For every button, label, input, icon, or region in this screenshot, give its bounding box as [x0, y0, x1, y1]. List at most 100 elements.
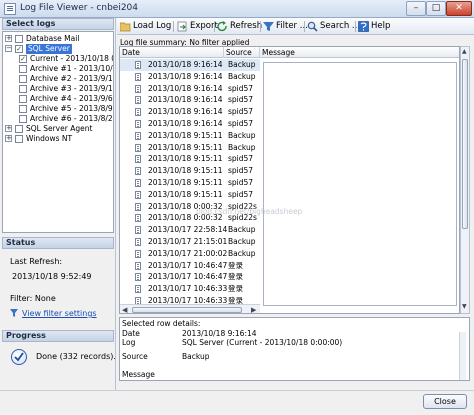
- table-row[interactable]: 2013/10/18 9:16:14 spid57: [120, 94, 260, 106]
- log-entry-icon: [135, 120, 141, 128]
- row-date: 2013/10/18 9:15:11: [148, 178, 223, 187]
- select-logs-header: Select logs: [2, 18, 114, 30]
- table-row[interactable]: 2013/10/18 9:15:11 spid57: [120, 189, 260, 201]
- expand-icon[interactable]: +: [5, 35, 12, 42]
- progress-section: Progress Done (332 records).: [2, 330, 116, 390]
- table-row[interactable]: 2013/10/18 9:16:14 spid57: [120, 118, 260, 130]
- checkbox-sql-server[interactable]: ✓: [15, 45, 23, 53]
- row-date: 2013/10/17 10:46:47: [148, 272, 228, 282]
- scroll-thumb[interactable]: [462, 59, 468, 229]
- details-scrollbar[interactable]: [459, 332, 466, 380]
- row-date: 2013/10/18 9:16:14: [148, 95, 223, 105]
- detail-date-label: Date: [122, 329, 140, 338]
- log-entry-icon: [135, 261, 141, 270]
- row-source: 登录: [228, 260, 243, 270]
- detail-log-label: Log: [122, 338, 136, 347]
- table-row[interactable]: 2013/10/18 9:16:14 Backup: [120, 59, 260, 71]
- scroll-thumb[interactable]: [132, 307, 242, 313]
- row-source: Backup: [228, 142, 256, 152]
- log-entry-icon: [135, 167, 141, 176]
- maximize-button[interactable]: □: [426, 1, 446, 16]
- checkbox-archive-3[interactable]: [19, 85, 27, 93]
- column-date[interactable]: Date: [120, 47, 224, 58]
- table-row[interactable]: 2013/10/18 9:15:11 Backup: [120, 142, 260, 154]
- table-row[interactable]: 2013/10/17 10:46:47 登录: [120, 271, 260, 283]
- log-entry-icon: [135, 131, 141, 140]
- table-row[interactable]: 2013/10/18 9:15:11 Backup: [120, 130, 260, 142]
- table-row[interactable]: 2013/10/17 21:00:02 Backup: [120, 248, 260, 260]
- checkbox-current[interactable]: ✓: [19, 55, 27, 63]
- detail-source-value: Backup: [182, 352, 210, 361]
- checkbox-archive-6[interactable]: [19, 115, 27, 123]
- toolbar-separator: [173, 21, 174, 32]
- checkbox-database-mail[interactable]: [15, 35, 23, 43]
- done-check-icon: [11, 349, 27, 365]
- table-row[interactable]: 2013/10/18 9:16:14 spid57: [120, 83, 260, 95]
- checkbox-archive-2[interactable]: [19, 75, 27, 83]
- expand-icon[interactable]: +: [5, 125, 12, 132]
- checkbox-archive-1[interactable]: [19, 65, 27, 73]
- toolbar-separator: [304, 21, 305, 32]
- row-date: 2013/10/18 9:16:14: [148, 83, 223, 93]
- filter-status: Filter: None: [10, 294, 56, 303]
- table-row[interactable]: 2013/10/17 10:46:33 登录: [120, 283, 260, 295]
- row-source: spid57: [228, 178, 254, 187]
- row-source: Backup: [228, 237, 256, 246]
- table-row[interactable]: 2013/10/18 9:16:14 Backup: [120, 71, 260, 83]
- table-row[interactable]: 2013/10/18 9:15:11 spid57: [120, 153, 260, 165]
- row-date: 2013/10/18 9:16:14: [148, 107, 223, 117]
- table-row[interactable]: 2013/10/18 9:16:14 spid57: [120, 106, 260, 118]
- table-row[interactable]: 2013/10/18 9:15:11 spid57: [120, 165, 260, 177]
- scroll-up-icon[interactable]: ▲: [462, 48, 467, 56]
- toolbar-separator: [260, 21, 261, 32]
- details-header: Selected row details:: [122, 319, 201, 328]
- folder-open-icon: [120, 22, 131, 32]
- scroll-right-icon[interactable]: ▶: [251, 306, 256, 313]
- checkbox-windows-nt[interactable]: [15, 135, 23, 143]
- log-entry-icon: [135, 155, 141, 164]
- row-date: 2013/10/17 10:46:33: [148, 284, 228, 294]
- table-row[interactable]: 2013/10/17 21:15:01 Backup: [120, 236, 260, 248]
- log-entry-icon: [135, 273, 141, 282]
- vertical-scrollbar[interactable]: ▲ ▼: [460, 46, 470, 314]
- minimize-button[interactable]: –: [406, 1, 426, 16]
- log-entry-icon: [135, 61, 141, 69]
- export-icon: [177, 21, 187, 32]
- row-source: Backup: [228, 60, 256, 69]
- view-filter-settings-link[interactable]: View filter settings: [22, 309, 97, 318]
- close-window-button[interactable]: ✕: [446, 1, 472, 16]
- progress-header: Progress: [2, 330, 114, 342]
- row-source: spid57: [228, 83, 254, 93]
- toolbar-separator: [214, 21, 215, 32]
- log-entry-icon: [135, 179, 141, 187]
- horizontal-scrollbar[interactable]: ◀ ▶: [120, 304, 260, 313]
- close-button[interactable]: Close: [423, 394, 467, 409]
- last-refresh-label: Last Refresh:: [10, 257, 63, 266]
- title-bar: Log File Viewer - cnbei204 – □ ✕: [0, 0, 474, 18]
- detail-message-label: Message: [122, 370, 155, 379]
- tree-item-label: Archive #2 - 2013/9/13: [30, 74, 114, 83]
- toolbar: Load Log Export Refresh Filter ... Searc…: [117, 18, 474, 35]
- message-column-area: [263, 62, 457, 306]
- column-source[interactable]: Source: [224, 47, 260, 58]
- help-icon: [358, 21, 369, 32]
- row-date: 2013/10/18 9:16:14: [148, 60, 223, 69]
- row-date: 2013/10/18 9:15:11: [148, 142, 223, 152]
- filter-icon: [263, 22, 274, 31]
- table-row[interactable]: 2013/10/18 9:15:11 spid57: [120, 177, 260, 189]
- log-entry-icon: [135, 202, 141, 211]
- table-row[interactable]: 2013/10/17 10:46:47 登录: [120, 260, 260, 272]
- log-entry-icon: [135, 238, 141, 246]
- checkbox-archive-5[interactable]: [19, 105, 27, 113]
- checkbox-sql-server-agent[interactable]: [15, 125, 23, 133]
- table-row[interactable]: 2013/10/17 22:58:14 Backup: [120, 224, 260, 236]
- row-date: 2013/10/18 9:15:11: [148, 166, 223, 176]
- column-message[interactable]: Message: [260, 47, 459, 58]
- checkbox-archive-4[interactable]: [19, 95, 27, 103]
- row-source: Backup: [228, 130, 256, 140]
- log-entry-icon: [135, 249, 141, 258]
- scroll-down-icon[interactable]: ▼: [462, 303, 467, 311]
- expand-icon[interactable]: +: [5, 135, 12, 142]
- scroll-left-icon[interactable]: ◀: [122, 306, 127, 313]
- collapse-icon[interactable]: −: [5, 45, 12, 52]
